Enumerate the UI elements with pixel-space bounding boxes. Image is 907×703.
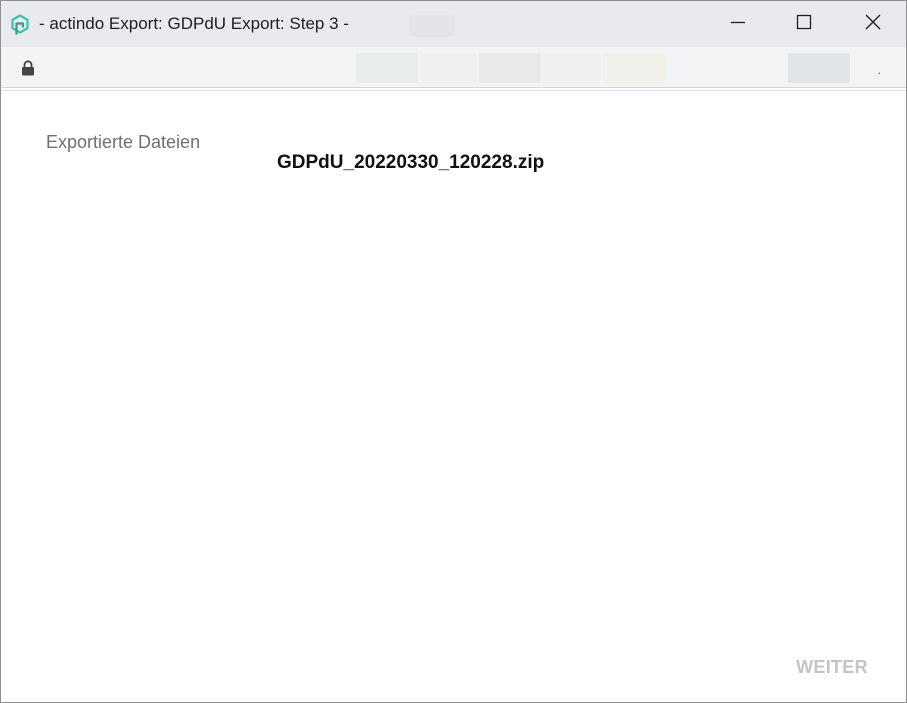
maximize-button[interactable] <box>770 1 838 47</box>
window-title: - actindo Export: GDPdU Export: Step 3 - <box>39 14 349 33</box>
minimize-button[interactable] <box>704 1 772 47</box>
redacted-url-segment <box>421 53 477 83</box>
redacted-url-segment <box>788 53 850 83</box>
export-result-panel: Exportierte Dateien GDPdU_20220330_12022… <box>1 91 906 702</box>
exported-files-label: Exportierte Dateien <box>46 132 201 152</box>
close-icon <box>865 14 881 35</box>
redacted-url-segment <box>479 53 541 83</box>
next-button[interactable]: WEITER <box>783 647 881 687</box>
maximize-icon <box>796 14 812 35</box>
redacted-url-segment <box>356 53 418 83</box>
redacted-title-segment <box>409 15 455 37</box>
address-trailing-text: . <box>877 63 881 77</box>
title-bar[interactable]: - actindo Export: GDPdU Export: Step 3 - <box>1 1 906 47</box>
popup-window: - actindo Export: GDPdU Export: Step 3 - <box>0 0 907 703</box>
close-button[interactable] <box>839 1 906 47</box>
redacted-url-segment <box>603 53 665 83</box>
minimize-icon <box>730 14 746 35</box>
actindo-logo-icon <box>10 14 30 36</box>
lock-icon <box>21 60 35 76</box>
address-bar[interactable]: . <box>1 47 906 88</box>
exported-file-name: GDPdU_20220330_120228.zip <box>277 152 545 173</box>
redacted-url-segment <box>543 53 601 83</box>
